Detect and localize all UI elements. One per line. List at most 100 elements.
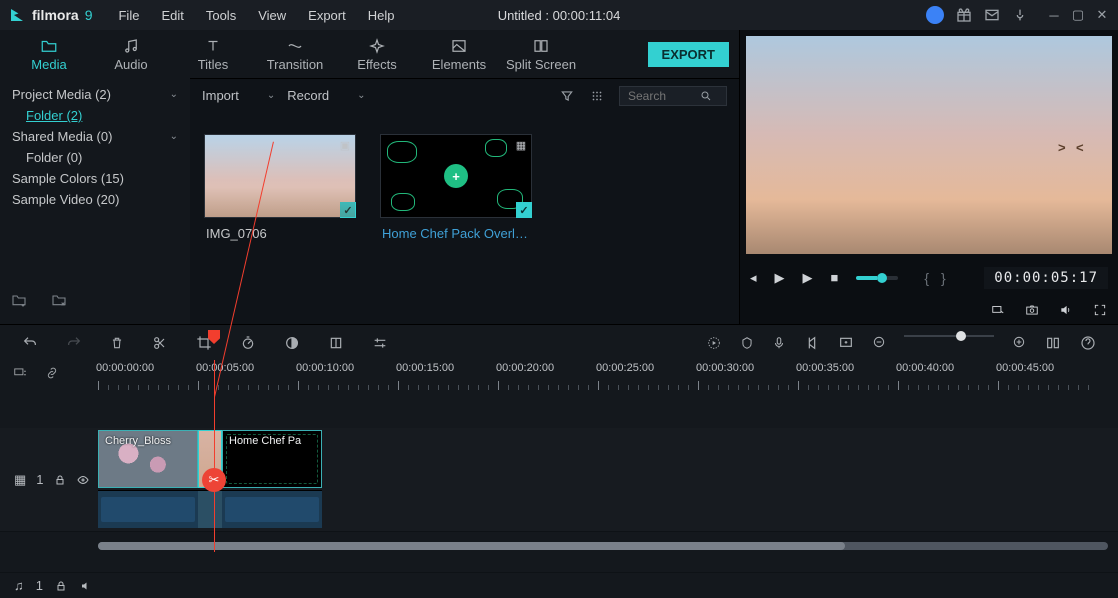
tab-media[interactable]: Media — [8, 31, 90, 78]
record-dropdown[interactable]: Record⌄ — [287, 88, 365, 103]
media-item-2[interactable]: + ▦ ✓ Home Chef Pack Overl… — [380, 134, 532, 241]
add-screen-icon[interactable] — [838, 335, 854, 351]
maximize-button[interactable]: ▢ — [1070, 7, 1086, 23]
menu-export[interactable]: Export — [298, 4, 356, 27]
sidebar-label: Sample Video (20) — [12, 192, 119, 207]
tab-split-label: Split Screen — [506, 57, 576, 72]
menu-file[interactable]: File — [108, 4, 149, 27]
mic-status-icon[interactable] — [1012, 7, 1028, 23]
speed-icon[interactable] — [240, 335, 256, 351]
media-toolbar: Import⌄ Record⌄ — [190, 78, 739, 112]
thumbnail-image: + ▦ ✓ — [380, 134, 532, 218]
new-folder-icon[interactable] — [10, 292, 28, 308]
sidebar-label: Sample Colors (15) — [12, 171, 124, 186]
video-clip-area[interactable]: Cherry_Bloss Home Chef Pa — [98, 428, 1118, 531]
media-item-1[interactable]: ▣ ✓ IMG_0706 — [204, 134, 356, 241]
mail-icon[interactable] — [984, 7, 1000, 23]
search-input[interactable] — [628, 89, 700, 103]
audio-mixer-icon[interactable] — [804, 335, 820, 351]
delete-folder-icon[interactable] — [50, 292, 68, 308]
time-ruler[interactable]: 00:00:00:0000:00:05:0000:00:10:0000:00:1… — [0, 360, 1118, 390]
gift-icon[interactable] — [956, 7, 972, 23]
preview-viewport[interactable]: >< — [746, 36, 1112, 254]
split-here-button[interactable]: ✂ — [202, 468, 226, 492]
search-icon[interactable] — [700, 90, 712, 102]
media-item-label: IMG_0706 — [204, 226, 356, 241]
mark-in-out-icon[interactable]: { } — [924, 270, 949, 286]
menu-view[interactable]: View — [248, 4, 296, 27]
mute-icon[interactable] — [1058, 303, 1074, 317]
sidebar-sample-colors[interactable]: Sample Colors (15) — [4, 168, 186, 189]
redo-icon[interactable] — [66, 335, 82, 351]
tab-split-screen[interactable]: Split Screen — [500, 31, 582, 78]
clip-home-chef[interactable]: Home Chef Pa — [222, 430, 322, 488]
sidebar-project-media[interactable]: Project Media (2)⌄ — [4, 84, 186, 105]
ruler-time-label: 00:00:30:00 — [696, 362, 754, 374]
clip-label: Cherry_Bloss — [105, 435, 171, 447]
grid-view-icon[interactable] — [589, 88, 605, 104]
user-avatar-icon[interactable] — [926, 6, 944, 24]
tab-elements-label: Elements — [432, 57, 486, 72]
voiceover-icon[interactable] — [772, 335, 786, 351]
logo-text: filmora — [32, 7, 79, 23]
tab-elements[interactable]: Elements — [418, 31, 500, 78]
marker-icon[interactable] — [740, 335, 754, 351]
tab-effects[interactable]: Effects — [336, 31, 418, 78]
sidebar-sample-video[interactable]: Sample Video (20) — [4, 189, 186, 210]
undo-icon[interactable] — [22, 335, 38, 351]
clip-audio-a[interactable] — [98, 490, 198, 528]
tracks-area: ✂ ▦ 1 Cherry_Bloss Home Chef Pa — [0, 390, 1118, 572]
film-icon: ▦ — [14, 472, 26, 488]
menu-edit[interactable]: Edit — [151, 4, 193, 27]
prev-frame-button[interactable]: ◂ — [750, 270, 757, 286]
ruler-time-label: 00:00:00:00 — [96, 362, 154, 374]
tab-audio[interactable]: Audio — [90, 31, 172, 78]
timeline-scrollbar[interactable] — [98, 542, 1108, 550]
speaker-icon[interactable] — [79, 580, 93, 592]
filter-icon[interactable] — [559, 88, 575, 104]
quality-icon[interactable] — [990, 303, 1006, 317]
volume-slider[interactable] — [856, 276, 898, 280]
play-button[interactable]: ▶ — [775, 270, 785, 286]
track-manager-icon[interactable] — [12, 366, 28, 380]
export-button[interactable]: EXPORT — [648, 42, 729, 67]
folder-icon — [40, 37, 58, 55]
import-label: Import — [202, 88, 239, 103]
video-type-icon: ▦ — [513, 137, 529, 153]
play-forward-button[interactable]: ▶ — [803, 270, 813, 286]
eye-icon[interactable] — [76, 474, 90, 486]
media-body: Project Media (2)⌄ Folder (2) Shared Med… — [0, 78, 739, 324]
menu-tools[interactable]: Tools — [196, 4, 246, 27]
delete-icon[interactable] — [110, 335, 124, 351]
snapshot-icon[interactable] — [1024, 303, 1040, 317]
sidebar-folder-0[interactable]: Folder (0) — [4, 147, 186, 168]
sidebar-shared-media[interactable]: Shared Media (0)⌄ — [4, 126, 186, 147]
green-screen-icon[interactable] — [328, 335, 344, 351]
lock-icon[interactable] — [54, 474, 66, 486]
split-icon[interactable] — [152, 335, 168, 351]
stop-button[interactable]: ■ — [831, 270, 839, 286]
zoom-out-icon[interactable] — [872, 335, 886, 351]
link-icon[interactable] — [44, 366, 60, 380]
tab-titles[interactable]: Titles — [172, 31, 254, 78]
adjust-icon[interactable] — [372, 335, 388, 351]
titlebar-right: ─ ▢ ✕ — [926, 6, 1110, 24]
zoom-slider[interactable] — [904, 335, 994, 337]
fullscreen-icon[interactable] — [1092, 303, 1108, 317]
clip-cherry-blossom[interactable]: Cherry_Bloss — [98, 430, 198, 488]
clip-audio-b[interactable] — [222, 490, 322, 528]
lock-icon[interactable] — [55, 580, 67, 592]
minimize-button[interactable]: ─ — [1046, 7, 1062, 23]
tab-transition[interactable]: Transition — [254, 31, 336, 78]
color-icon[interactable] — [284, 335, 300, 351]
close-button[interactable]: ✕ — [1094, 7, 1110, 23]
clip-audio-gap[interactable] — [198, 490, 222, 528]
render-icon[interactable] — [706, 335, 722, 351]
menubar: File Edit Tools View Export Help — [108, 4, 404, 27]
help-icon[interactable] — [1080, 335, 1096, 351]
zoom-in-icon[interactable] — [1012, 335, 1026, 351]
import-dropdown[interactable]: Import⌄ — [202, 88, 275, 103]
sidebar-folder-selected[interactable]: Folder (2) — [4, 105, 186, 126]
zoom-fit-icon[interactable] — [1044, 335, 1062, 351]
menu-help[interactable]: Help — [358, 4, 405, 27]
